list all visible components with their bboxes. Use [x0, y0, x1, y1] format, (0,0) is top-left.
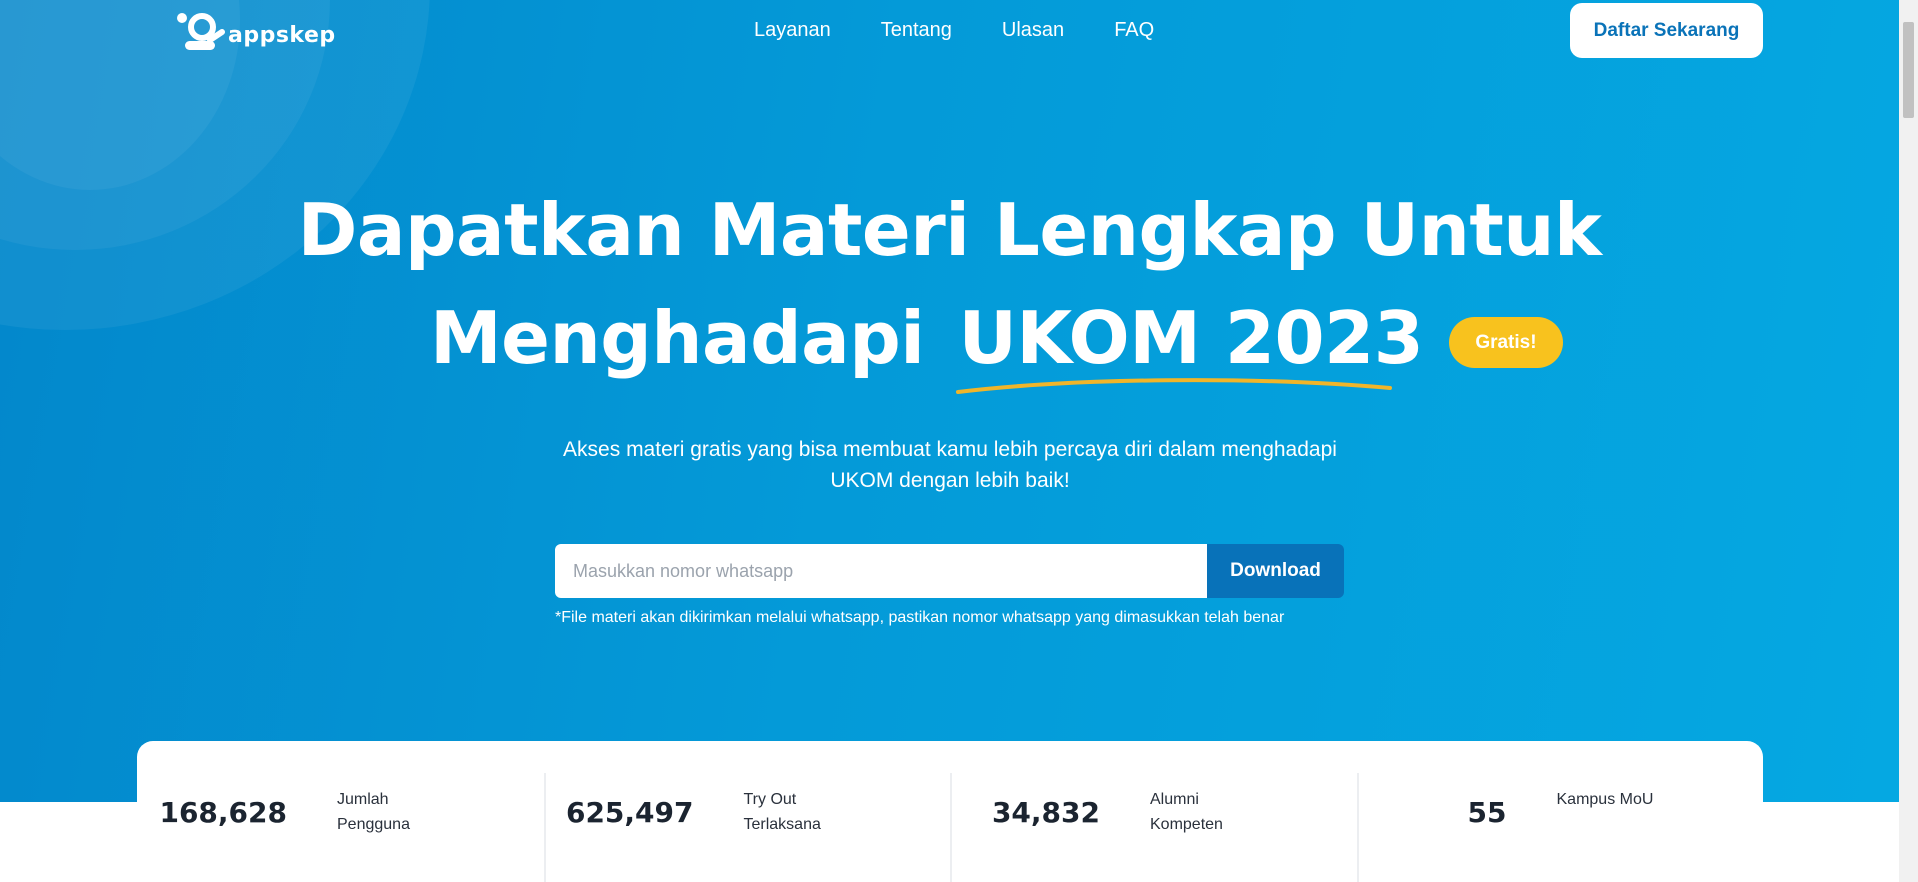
stat-value: 55 — [1467, 796, 1507, 829]
download-form: Download — [555, 544, 1344, 598]
download-button[interactable]: Download — [1207, 544, 1344, 598]
nav-item-tentang[interactable]: Tentang — [881, 18, 952, 42]
stat-value: 34,832 — [991, 796, 1100, 829]
register-now-button[interactable]: Daftar Sekarang — [1570, 3, 1763, 58]
hero-headline-prefix: Menghadapi — [430, 296, 925, 380]
stats-card: 168,628 Jumlah Pengguna 625,497 Try Out … — [137, 741, 1763, 882]
free-badge: Gratis! — [1449, 316, 1563, 368]
brand-logo[interactable]: appskep — [174, 10, 336, 52]
stat-users: 168,628 Jumlah Pengguna — [137, 741, 544, 882]
appskep-logo-icon — [177, 13, 225, 50]
brand-name: appskep — [228, 23, 336, 48]
stat-label: Jumlah Pengguna — [337, 791, 410, 833]
stat-value: 625,497 — [565, 796, 694, 829]
hero-headline-line2: Menghadapi UKOM 2023 Gratis! — [430, 296, 1563, 394]
scrollbar-thumb[interactable] — [1903, 22, 1914, 118]
nav-item-layanan[interactable]: Layanan — [754, 18, 831, 42]
stat-label: Alumni Kompeten — [1150, 791, 1223, 833]
hero-subheadline: Akses materi gratis yang bisa membuat ka… — [563, 438, 1337, 492]
page-scrollbar[interactable] — [1899, 0, 1918, 882]
underline-swoosh-icon — [956, 378, 1393, 394]
stat-value: 168,628 — [159, 796, 287, 829]
nav-item-ulasan[interactable]: Ulasan — [1002, 18, 1064, 42]
form-note: *File materi akan dikirimkan melalui wha… — [555, 609, 1285, 626]
hero-section: appskep Layanan Tentang Ulasan FAQ Dafta… — [0, 0, 1899, 802]
stat-tryouts: 625,497 Try Out Terlaksana — [543, 741, 951, 882]
whatsapp-number-input[interactable] — [555, 544, 1207, 598]
stat-label: Try Out Terlaksana — [743, 791, 821, 833]
main-nav: Layanan Tentang Ulasan FAQ — [754, 18, 1154, 42]
hero-headline-line1: Dapatkan Materi Lengkap Untuk — [297, 188, 1602, 272]
highlight-text: UKOM 2023 — [958, 296, 1424, 380]
nav-item-faq[interactable]: FAQ — [1114, 18, 1154, 42]
stat-campus: 55 Kampus MoU — [1356, 741, 1764, 882]
stat-label: Kampus MoU — [1556, 791, 1654, 808]
stat-alumni: 34,832 Alumni Kompeten — [950, 741, 1357, 882]
hero-headline-highlight: UKOM 2023 — [956, 302, 1424, 394]
